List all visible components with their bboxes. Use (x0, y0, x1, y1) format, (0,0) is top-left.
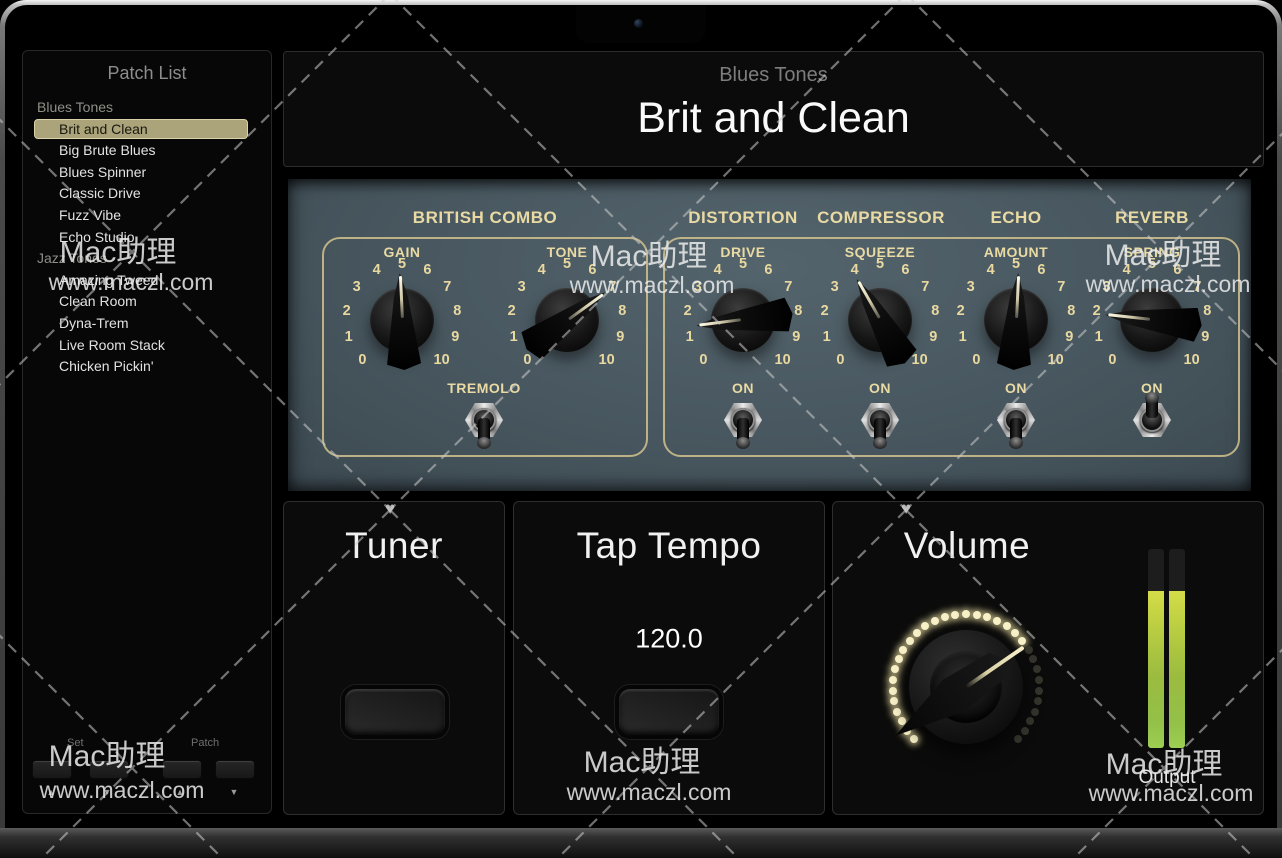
patch-item[interactable]: Dyna-Trem (23, 313, 271, 335)
section-title: COMPRESSOR (817, 208, 945, 228)
knob-pointer (1097, 265, 1207, 375)
knob-wedge (350, 268, 455, 373)
set-label: Set (67, 737, 84, 749)
switch-label: ON (732, 380, 754, 396)
tap-tempo-title: Tap Tempo (577, 525, 762, 567)
patch-header: Blues Tones Brit and Clean (283, 51, 1264, 167)
header-set-name: Blues Tones (284, 64, 1263, 87)
patch-item[interactable]: Echo Studio (23, 227, 271, 249)
section-title: REVERB (1115, 208, 1189, 228)
amp-panel: BRITISH COMBO DISTORTION COMPRESSOR ECHO REV… (288, 179, 1251, 491)
set-prev-button[interactable] (32, 760, 72, 779)
set-down-arrow[interactable]: ▼ (97, 787, 117, 797)
patch-item[interactable]: Clean Room (23, 291, 271, 313)
switch-lever-cap (477, 437, 491, 449)
tap-tempo-button[interactable] (619, 689, 719, 735)
patch-item[interactable]: Blues Spinner (23, 162, 271, 184)
output-meter-left (1148, 549, 1164, 748)
laptop-chin (0, 828, 1282, 858)
knob-tick: 2 (1093, 303, 1101, 319)
switch-lever-cap (873, 437, 887, 449)
patch-groups: Blues TonesBrit and CleanBig Brute Blues… (23, 97, 271, 378)
knob-tick: 9 (1065, 329, 1073, 345)
patch-list-title: Patch List (23, 63, 271, 84)
knob-pointer (687, 264, 799, 376)
switch-label: ON (869, 380, 891, 396)
camera-icon (634, 19, 643, 28)
volume-panel: Volume Output (832, 501, 1264, 815)
knob-tick: 2 (957, 303, 965, 319)
knob-wedge (1097, 265, 1207, 375)
patch-item[interactable]: Live Room Stack (23, 335, 271, 357)
switch-lever-cap (1009, 437, 1023, 449)
meter-fill (1169, 591, 1185, 748)
header-patch-name: Brit and Clean (284, 94, 1263, 143)
favorite-heart-icon: ♥ (385, 499, 395, 519)
patch-group-label: Jazz Tones (23, 248, 271, 270)
patch-item[interactable]: Amazing Tweed (23, 270, 271, 292)
patch-item[interactable]: Classic Drive (23, 183, 271, 205)
patch-prev-button[interactable] (162, 760, 202, 779)
meter-fill (1148, 591, 1164, 748)
tuner-panel: Tuner (283, 501, 505, 815)
switch-lever-cap (1145, 392, 1159, 404)
patch-item[interactable]: Chicken Pickin' (23, 356, 271, 378)
knob-tick: 8 (1067, 303, 1075, 319)
favorite-heart-icon: ♥ (901, 499, 911, 519)
section-title: BRITISH COMBO (413, 208, 557, 228)
section-title: ECHO (990, 208, 1041, 228)
set-up-arrow[interactable]: ▲ (41, 787, 61, 797)
patch-label: Patch (191, 737, 219, 749)
knob-pointer (964, 268, 1069, 373)
patch-item[interactable]: Big Brute Blues (23, 140, 271, 162)
patch-down-arrow[interactable]: ▼ (224, 787, 244, 797)
set-next-button[interactable] (89, 760, 129, 779)
knob-tick: 8 (794, 303, 802, 319)
output-label: Output (1138, 767, 1195, 789)
volume-title: Volume (904, 525, 1030, 567)
section-title: DISTORTION (688, 208, 798, 228)
switch-lever-cap (736, 437, 750, 449)
knob-tick: 9 (1201, 329, 1209, 345)
knob-tick: 1 (686, 329, 694, 345)
volume-knob-pointer (834, 555, 1098, 819)
patch-up-arrow[interactable]: ▲ (170, 787, 190, 797)
knob-tick: 8 (1203, 303, 1211, 319)
patch-next-button[interactable] (215, 760, 255, 779)
patch-list-panel: Patch List Blues TonesBrit and CleanBig … (22, 50, 272, 814)
knob-pointer (350, 268, 455, 373)
bpm-value[interactable]: 120.0 (635, 624, 703, 655)
knob-tick: 2 (343, 303, 351, 319)
knob-wedge (687, 264, 799, 376)
patch-item[interactable]: Fuzz Vibe (23, 205, 271, 227)
tuner-title: Tuner (345, 525, 443, 567)
tuner-button[interactable] (345, 689, 445, 735)
display-notch (576, 5, 706, 43)
switch-label: ON (1005, 380, 1027, 396)
output-meter-right (1169, 549, 1185, 748)
tap-tempo-panel: Tap Tempo 120.0 (513, 501, 825, 815)
switch-label: TREMOLO (447, 380, 521, 396)
patch-group-label: Blues Tones (23, 97, 271, 119)
knob-tick: 8 (453, 303, 461, 319)
patch-item[interactable]: Brit and Clean (23, 119, 271, 141)
